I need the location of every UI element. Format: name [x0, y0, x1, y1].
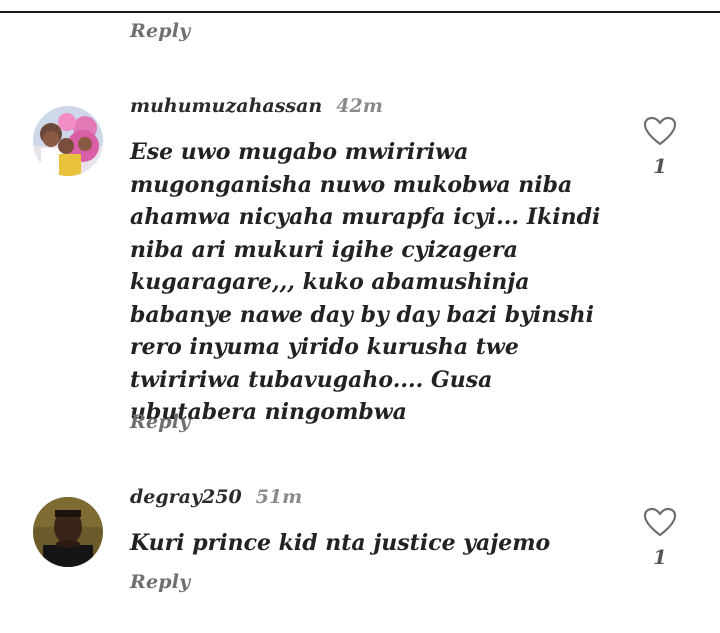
timestamp: 51m — [255, 486, 303, 508]
user-avatar[interactable] — [33, 497, 103, 567]
like-count: 1 — [653, 545, 667, 569]
user-avatar[interactable] — [33, 106, 103, 176]
comment-header: muhumuzahassan 42m — [130, 95, 383, 117]
comment-text: Kuri prince kid nta justice yajemo — [130, 530, 551, 556]
username[interactable]: muhumuzahassan — [130, 95, 322, 117]
person-photo-avatar-icon — [33, 497, 103, 567]
comment-text: Ese uwo mugabo mwiririwa mugonganisha nu… — [130, 139, 601, 425]
reply-button[interactable]: Reply — [130, 411, 190, 433]
comment-header: degray250 51m — [130, 486, 302, 508]
reply-button[interactable]: Reply — [130, 20, 190, 42]
timestamp: 42m — [336, 95, 383, 117]
username[interactable]: degray250 — [130, 486, 242, 508]
reply-button[interactable]: Reply — [130, 571, 190, 593]
heart-outline-icon — [643, 116, 677, 146]
like-count: 1 — [653, 154, 667, 178]
heart-outline-icon — [643, 507, 677, 537]
like-button[interactable]: 1 — [642, 507, 678, 569]
like-button[interactable]: 1 — [642, 116, 678, 178]
group-photo-avatar-icon — [33, 106, 103, 176]
top-divider — [0, 11, 720, 13]
